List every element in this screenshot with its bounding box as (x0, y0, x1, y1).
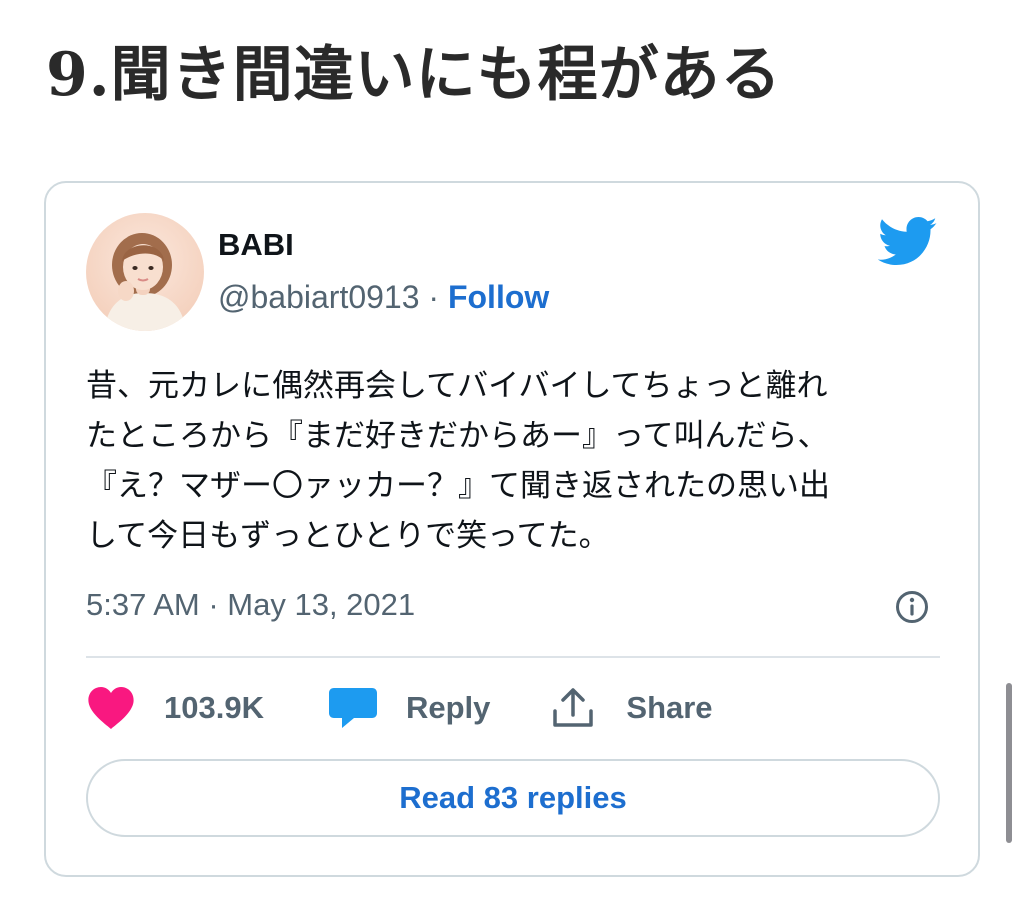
like-count: 103.9K (164, 690, 264, 725)
read-replies-button[interactable]: Read 83 replies (86, 759, 940, 837)
share-upload-icon (553, 688, 594, 727)
page-heading: 9.聞き間違いにも程がある (46, 40, 782, 110)
author-handle-line: @babiart0913 · Follow (218, 279, 549, 316)
divider (86, 656, 940, 658)
author-handle[interactable]: @babiart0913 (218, 279, 420, 315)
share-label: Share (626, 690, 713, 725)
tweet-timestamp[interactable]: 5:37 AM · May 13, 2021 (86, 587, 415, 623)
info-icon[interactable] (894, 589, 930, 625)
reply-button[interactable]: Reply (328, 685, 490, 731)
reply-label: Reply (405, 690, 491, 725)
tweet-body-text: 昔、元カレに偶然再会してバイバイしてちょっと離れ たところから『まだ好きだからあ… (86, 368, 830, 554)
avatar-image (86, 213, 204, 331)
handle-separator: · (419, 279, 448, 315)
follow-link[interactable]: Follow (448, 279, 549, 315)
tweet-actions-bar: 103.9K Reply Share (86, 683, 713, 733)
author-avatar[interactable] (86, 213, 204, 331)
embedded-tweet-card: BABI @babiart0913 · Follow 昔、元カレに偶然再会してバ… (44, 181, 980, 877)
share-button[interactable]: Share (548, 685, 713, 731)
heart-icon (88, 687, 134, 729)
author-name[interactable]: BABI (218, 227, 294, 263)
page-scrollbar[interactable] (1006, 683, 1012, 843)
twitter-bird-icon[interactable] (878, 217, 938, 267)
speech-bubble-icon (328, 688, 377, 728)
like-button[interactable]: 103.9K (86, 685, 264, 731)
